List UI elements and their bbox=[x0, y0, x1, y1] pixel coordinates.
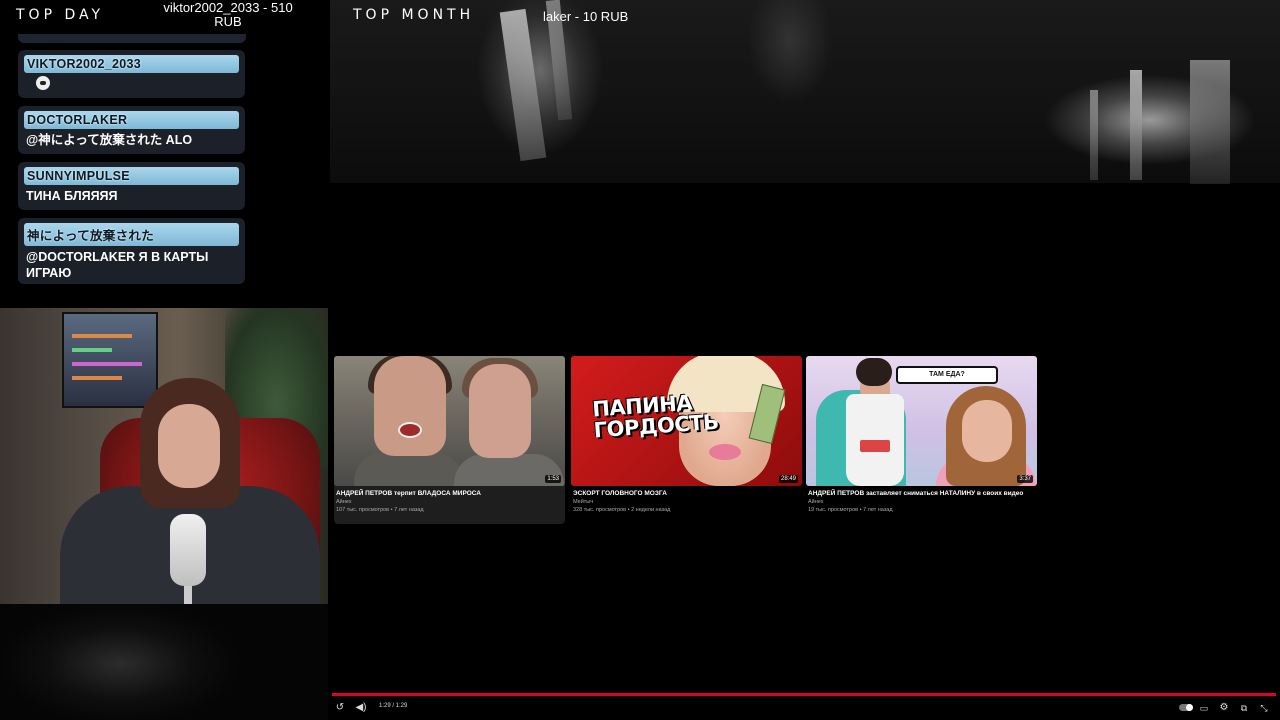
time-display: 1:29 / 1:29 bbox=[379, 703, 408, 709]
video-title[interactable]: АНДРЕЙ ПЕТРОВ заставляет сниматься НАТАЛ… bbox=[806, 490, 1037, 497]
webcam-streamer-face bbox=[158, 404, 220, 488]
top-month-value: laker - 10 RUB bbox=[543, 9, 629, 24]
progress-bar-fill bbox=[332, 693, 1276, 696]
settings-icon[interactable]: ⚙ bbox=[1218, 702, 1230, 714]
webcam-feed bbox=[0, 308, 328, 604]
cat-emote-icon bbox=[36, 76, 50, 90]
fullscreen-exit-icon[interactable]: ⤡ bbox=[1258, 702, 1270, 714]
replay-icon[interactable]: ↺ bbox=[334, 702, 346, 714]
chat-text: ТИНА БЛЯЯЯЯ bbox=[26, 189, 118, 203]
video-channel[interactable]: Мейтыч bbox=[571, 499, 802, 505]
video-meta: 328 тыс. просмотров • 2 недели назад bbox=[573, 507, 671, 513]
background-streak bbox=[1190, 60, 1230, 184]
video-thumbnail[interactable]: ТАМ ЕДА? 3:37 bbox=[806, 356, 1037, 486]
autoplay-toggle[interactable] bbox=[1179, 704, 1193, 711]
chat-text: @神によって放棄された ALO bbox=[26, 133, 193, 147]
subtitles-icon[interactable]: ▭ bbox=[1198, 702, 1210, 714]
progress-bar[interactable] bbox=[332, 693, 1276, 696]
background-art-bottom-left bbox=[0, 604, 328, 720]
miniplayer-icon[interactable]: ⧉ bbox=[1238, 702, 1250, 714]
volume-icon[interactable]: ◀) bbox=[355, 702, 367, 714]
video-channel[interactable]: Айнех bbox=[806, 499, 1037, 505]
chat-username: SUNNYIMPULSE bbox=[24, 167, 239, 185]
chat-message: 神によって放棄された @DOCTORLAKER Я В КАРТЫ ИГРАЮ bbox=[18, 218, 245, 284]
video-channel[interactable]: Айнех bbox=[334, 499, 565, 505]
chat-username: DOCTORLAKER bbox=[24, 111, 239, 129]
donation-topbar: TOP DAY viktor2002_2033 - 510 RUB TOP MO… bbox=[0, 0, 700, 34]
top-month-label: TOP MONTH bbox=[353, 7, 475, 23]
video-thumbnail[interactable]: 1:53 bbox=[334, 356, 565, 486]
video-meta: 107 тыс. просмотров • 7 лет назад bbox=[336, 507, 424, 513]
chat-text: @DOCTORLAKER Я В КАРТЫ ИГРАЮ bbox=[26, 250, 209, 280]
top-day-value: viktor2002_2033 - 510 RUB bbox=[163, 0, 293, 29]
chat-message: SUNNYIMPULSE ТИНА БЛЯЯЯЯ bbox=[18, 162, 245, 210]
background-streak bbox=[1090, 90, 1098, 180]
stream-overlay: TOP DAY viktor2002_2033 - 510 RUB TOP MO… bbox=[0, 0, 1280, 720]
chat-message-stub bbox=[18, 34, 246, 43]
thumbnail-text: ПАПИНА ГОРДОСТЬ bbox=[591, 390, 720, 443]
chat-message: VIKTOR2002_2033 bbox=[18, 50, 245, 98]
video-duration: 1:53 bbox=[545, 475, 561, 483]
thumbnail-speech-bubble: ТАМ ЕДА? bbox=[896, 366, 998, 384]
video-meta: 19 тыс. просмотров • 7 лет назад bbox=[808, 507, 893, 513]
video-card[interactable]: ТАМ ЕДА? 3:37 АНДРЕЙ ПЕТРОВ заставляет с… bbox=[806, 356, 1037, 513]
video-title[interactable]: ЭСКОРТ ГОЛОВНОГО МОЗГА bbox=[571, 490, 802, 497]
webcam-monitor bbox=[62, 312, 158, 408]
background-streak bbox=[1130, 70, 1142, 180]
player-controls: ↺ ◀) 1:29 / 1:29 ▭ ⚙ ⧉ ⤡ bbox=[332, 700, 1278, 716]
video-card[interactable]: ПАПИНА ГОРДОСТЬ 28:49 ЭСКОРТ ГОЛОВНОГО М… bbox=[571, 356, 802, 513]
video-title[interactable]: АНДРЕЙ ПЕТРОВ терпит ВЛАДОСА МИРОСА bbox=[334, 490, 565, 497]
video-card[interactable]: 1:53 АНДРЕЙ ПЕТРОВ терпит ВЛАДОСА МИРОСА… bbox=[334, 356, 565, 524]
video-duration: 28:49 bbox=[778, 475, 798, 483]
webcam-microphone bbox=[170, 514, 206, 604]
chat-message: DOCTORLAKER @神によって放棄された ALO bbox=[18, 106, 245, 154]
chat-username: 神によって放棄された bbox=[24, 223, 239, 246]
chat-username: VIKTOR2002_2033 bbox=[24, 55, 239, 73]
top-day-label: TOP DAY bbox=[16, 7, 105, 23]
video-duration: 3:37 bbox=[1017, 475, 1033, 483]
video-thumbnail[interactable]: ПАПИНА ГОРДОСТЬ 28:49 bbox=[571, 356, 802, 486]
end-screen-videos: 1:53 АНДРЕЙ ПЕТРОВ терпит ВЛАДОСА МИРОСА… bbox=[334, 356, 1037, 526]
